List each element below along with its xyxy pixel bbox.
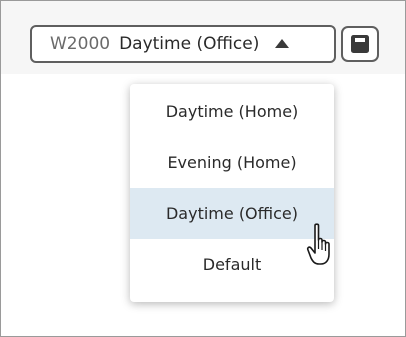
selected-profile-label: Daytime (Office) [119,34,260,54]
menu-item-label: Daytime (Office) [165,204,298,223]
menu-item-daytime-home[interactable]: Daytime (Home) [130,86,334,137]
menu-item-label: Daytime (Home) [165,102,299,121]
profile-select[interactable]: W2000 Daytime (Office) [30,25,336,63]
menu-item-label: Default [202,255,262,274]
save-button[interactable] [341,26,379,62]
menu-item-label: Evening (Home) [167,153,297,172]
menu-item-evening-home[interactable]: Evening (Home) [130,137,334,188]
menu-item-default[interactable]: Default [130,239,334,290]
menu-item-daytime-office[interactable]: Daytime (Office) [130,188,334,239]
floppy-disk-icon [351,35,369,53]
caret-up-icon [275,38,290,48]
device-model-label: W2000 [50,34,111,54]
profile-dropdown-menu: Daytime (Home) Evening (Home) Daytime (O… [130,84,334,302]
